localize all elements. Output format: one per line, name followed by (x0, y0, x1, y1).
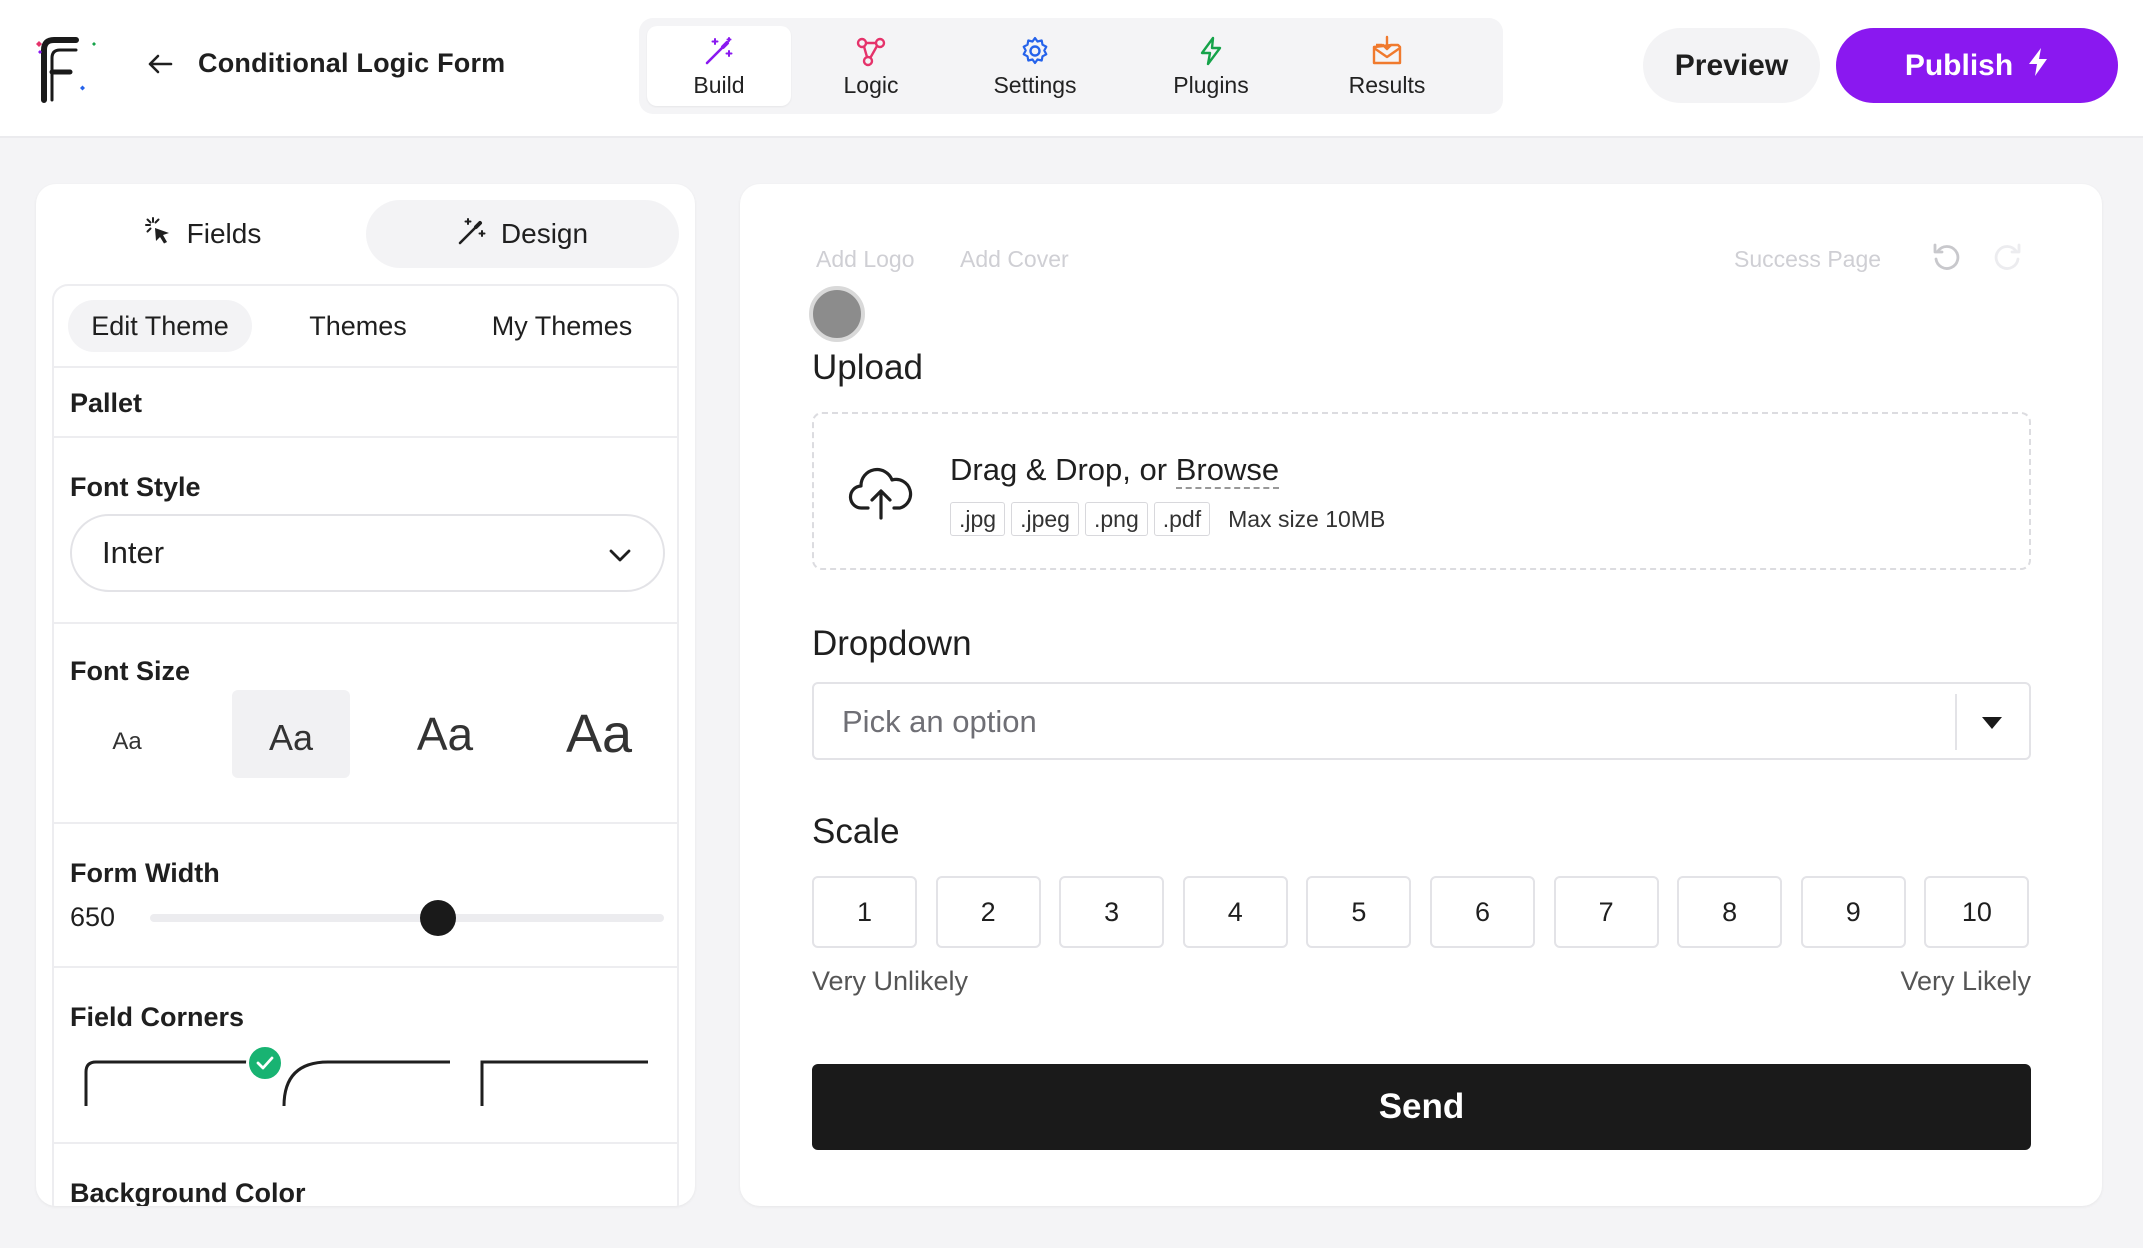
divider (54, 1142, 677, 1144)
pallet-label: Pallet (70, 388, 143, 418)
scale-option[interactable]: 8 (1677, 876, 1783, 948)
builder-tabs: Build Logic Settings Plugins Results (639, 18, 1503, 114)
nodes-icon (854, 34, 888, 68)
divider (1955, 694, 1957, 750)
app-logo[interactable] (30, 30, 106, 106)
cursor-click-icon (143, 216, 173, 253)
add-cover-link[interactable]: Add Cover (960, 246, 1069, 273)
tab-fields[interactable]: Fields (52, 200, 352, 268)
tab-plugins-label: Plugins (1173, 71, 1249, 98)
tab-logic[interactable]: Logic (799, 26, 943, 106)
scale-option[interactable]: 10 (1924, 876, 2030, 948)
tab-edit-theme[interactable]: Edit Theme (68, 300, 252, 352)
background-color-label: Background Color (70, 1178, 306, 1206)
font-size-small[interactable]: Aa (68, 690, 186, 778)
font-style-label: Font Style (70, 472, 201, 502)
scale-low-label: Very Unlikely (812, 966, 969, 996)
form-width-value: 650 (70, 902, 116, 932)
font-style-select[interactable]: Inter (70, 514, 665, 592)
form-canvas: Add Logo Add Cover Success Page Upload D… (740, 184, 2102, 1206)
scale-option[interactable]: 7 (1553, 876, 1659, 948)
form-width-label: Form Width (70, 858, 220, 888)
scale-option[interactable]: 5 (1306, 876, 1412, 948)
scale-option[interactable]: 3 (1059, 876, 1165, 948)
check-icon (246, 1044, 284, 1082)
drag-handle[interactable] (809, 286, 865, 342)
tab-results[interactable]: Results (1303, 26, 1471, 106)
back-arrow-icon[interactable] (140, 44, 180, 84)
form-width-slider-track[interactable] (150, 914, 664, 922)
browse-link[interactable]: Browse (1175, 452, 1280, 489)
font-size-large[interactable]: Aa (386, 690, 504, 778)
tab-fields-label: Fields (186, 218, 262, 249)
file-upload-dropzone[interactable]: Drag & Drop, or Browse .jpg .jpeg .png .… (812, 412, 2031, 570)
scale-high-label: Very Likely (1900, 966, 2031, 996)
upload-instructions: Drag & Drop, or Browse (950, 452, 1280, 489)
font-size-medium[interactable]: Aa (232, 690, 350, 778)
dropdown-select[interactable]: Pick an option (812, 682, 2031, 760)
font-style-value: Inter (102, 535, 165, 570)
scale-option[interactable]: 2 (935, 876, 1041, 948)
gear-icon (1018, 34, 1052, 68)
tab-plugins[interactable]: Plugins (1127, 26, 1295, 106)
corner-option-round[interactable] (282, 1058, 452, 1108)
scale-option[interactable]: 1 (812, 876, 917, 948)
inbox-icon (1370, 34, 1404, 68)
design-sidebar: Fields Design Edit Theme Themes My Theme… (36, 184, 695, 1206)
corner-option-square[interactable] (480, 1058, 650, 1108)
send-button[interactable]: Send (812, 1064, 2031, 1150)
tab-settings-label: Settings (993, 71, 1077, 98)
upload-field-label: Upload (812, 348, 923, 387)
allowed-extensions: .jpg .jpeg .png .pdf Max size 10MB (950, 502, 1385, 536)
preview-button[interactable]: Preview (1643, 28, 1820, 103)
tab-design[interactable]: Design (366, 200, 679, 268)
lightning-icon (2027, 47, 2049, 85)
extension-tag: .jpeg (1011, 502, 1079, 536)
undo-icon[interactable] (1930, 240, 1964, 274)
font-size-label: Font Size (70, 656, 190, 686)
form-width-slider-thumb[interactable] (419, 900, 456, 936)
font-size-xlarge[interactable]: Aa (540, 690, 658, 778)
max-size-text: Max size 10MB (1228, 505, 1386, 532)
dropdown-placeholder: Pick an option (842, 704, 1037, 739)
scale-option[interactable]: 4 (1182, 876, 1288, 948)
extension-tag: .pdf (1153, 502, 1211, 536)
tab-logic-label: Logic (843, 71, 899, 98)
drag-drop-text: Drag & Drop, or (950, 452, 1176, 487)
scale-field-label: Scale (812, 812, 900, 851)
dropdown-field-label: Dropdown (812, 624, 972, 663)
tab-results-label: Results (1348, 71, 1426, 98)
publish-label: Publish (1904, 48, 2014, 82)
cloud-upload-icon (848, 458, 914, 529)
divider (54, 436, 677, 438)
tab-my-themes[interactable]: My Themes (464, 300, 660, 352)
scale-option[interactable]: 9 (1800, 876, 1906, 948)
tab-design-label: Design (500, 218, 589, 249)
tab-build[interactable]: Build (647, 26, 791, 106)
success-page-link[interactable]: Success Page (1734, 246, 1881, 273)
corner-option-small-radius[interactable] (84, 1058, 254, 1108)
divider (54, 622, 677, 624)
redo-icon[interactable] (1990, 240, 2024, 274)
field-corners-label: Field Corners (70, 1002, 245, 1032)
publish-button[interactable]: Publish (1836, 28, 2118, 103)
caret-down-icon (1981, 716, 2003, 735)
chevron-down-icon (607, 540, 633, 576)
tab-themes[interactable]: Themes (268, 300, 448, 352)
scale-option[interactable]: 6 (1430, 876, 1535, 948)
add-logo-link[interactable]: Add Logo (816, 246, 914, 273)
top-bar: Conditional Logic Form Build Logic Setti… (0, 0, 2143, 138)
tab-build-label: Build (693, 71, 745, 98)
magic-wand-icon (702, 34, 736, 68)
lightning-icon (1194, 34, 1228, 68)
tab-settings[interactable]: Settings (951, 26, 1119, 106)
divider (54, 366, 677, 368)
extension-tag: .png (1084, 502, 1148, 536)
form-title: Conditional Logic Form (198, 48, 506, 78)
extension-tag: .jpg (950, 502, 1006, 536)
divider (54, 822, 677, 824)
theme-editor: Edit Theme Themes My Themes Pallet Font … (52, 284, 679, 1206)
divider (54, 966, 677, 968)
magic-wand-icon (457, 216, 487, 253)
